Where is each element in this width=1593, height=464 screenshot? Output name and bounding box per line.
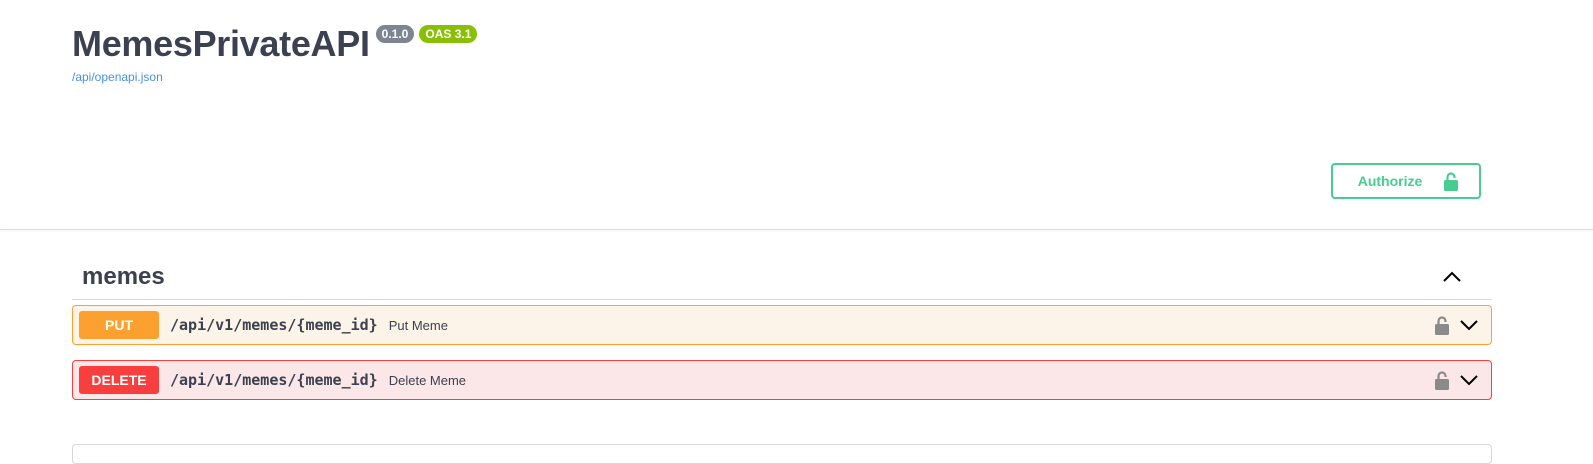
authorize-label: Authorize — [1357, 173, 1423, 189]
chevron-down-icon[interactable] — [1459, 374, 1479, 386]
unlocked-lock-icon — [1444, 171, 1459, 191]
method-badge: DELETE — [79, 366, 159, 394]
version-badge: 0.1.0 — [375, 25, 415, 43]
operation-put-meme[interactable]: PUT /api/v1/memes/{meme_id} Put Meme — [72, 305, 1492, 345]
header-divider — [0, 229, 1593, 230]
operation-icons — [1435, 315, 1479, 335]
chevron-up-icon[interactable] — [1442, 271, 1462, 283]
title-row: MemesPrivateAPI 0.1.0 OAS 3.1 — [72, 18, 478, 70]
authorize-button[interactable]: Authorize — [1331, 163, 1481, 199]
openapi-spec-link[interactable]: /api/openapi.json — [72, 70, 477, 84]
method-badge: PUT — [79, 311, 159, 339]
oas-badge: OAS 3.1 — [419, 25, 478, 43]
tag-name: memes — [82, 262, 165, 290]
schemas-section-edge — [72, 444, 1492, 464]
tag-section-memes[interactable]: memes — [72, 254, 1492, 300]
operation-icons — [1435, 370, 1479, 390]
operation-delete-meme[interactable]: DELETE /api/v1/memes/{meme_id} Delete Me… — [72, 360, 1492, 400]
api-title: MemesPrivateAPI — [72, 23, 370, 64]
operation-summary: Delete Meme — [388, 372, 467, 388]
operation-path: /api/v1/memes/{meme_id} — [170, 316, 378, 334]
operation-summary: Put Meme — [388, 317, 448, 333]
unlocked-lock-icon[interactable] — [1435, 370, 1449, 390]
chevron-down-icon[interactable] — [1459, 319, 1479, 331]
api-info: MemesPrivateAPI 0.1.0 OAS 3.1 /api/opena… — [72, 18, 478, 84]
unlocked-lock-icon[interactable] — [1435, 315, 1449, 335]
operation-path: /api/v1/memes/{meme_id} — [170, 371, 378, 389]
